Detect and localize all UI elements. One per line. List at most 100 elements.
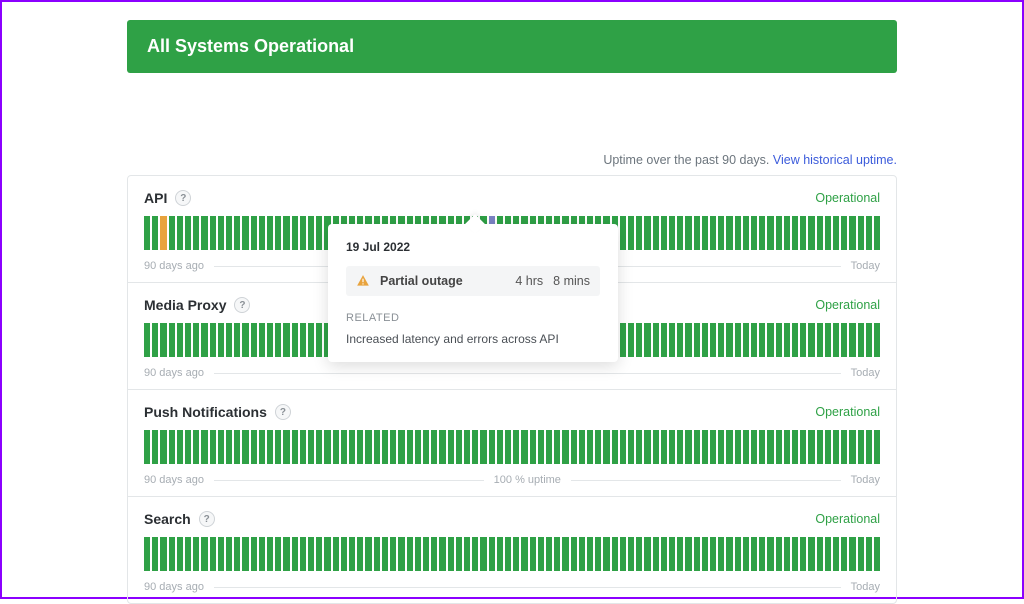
uptime-day-bar[interactable] — [234, 216, 240, 250]
uptime-day-bar[interactable] — [201, 216, 207, 250]
uptime-day-bar[interactable] — [316, 323, 322, 357]
uptime-day-bar[interactable] — [710, 430, 716, 464]
uptime-day-bar[interactable] — [218, 216, 224, 250]
uptime-day-bar[interactable] — [685, 323, 691, 357]
uptime-day-bar[interactable] — [333, 537, 339, 571]
uptime-day-bar[interactable] — [694, 430, 700, 464]
uptime-day-bar[interactable] — [144, 216, 150, 250]
uptime-day-bar[interactable] — [210, 216, 216, 250]
uptime-day-bar[interactable] — [866, 430, 872, 464]
uptime-day-bar[interactable] — [661, 323, 667, 357]
uptime-day-bar[interactable] — [300, 216, 306, 250]
uptime-day-bar[interactable] — [407, 537, 413, 571]
uptime-day-bar[interactable] — [735, 430, 741, 464]
uptime-day-bar[interactable] — [177, 430, 183, 464]
uptime-day-bar[interactable] — [259, 430, 265, 464]
uptime-day-bar[interactable] — [874, 430, 880, 464]
uptime-day-bar[interactable] — [365, 430, 371, 464]
uptime-day-bar[interactable] — [718, 537, 724, 571]
uptime-day-bar[interactable] — [817, 430, 823, 464]
uptime-day-bar[interactable] — [833, 430, 839, 464]
uptime-day-bar[interactable] — [644, 430, 650, 464]
uptime-day-bar[interactable] — [218, 537, 224, 571]
uptime-day-bar[interactable] — [653, 430, 659, 464]
uptime-day-bar[interactable] — [316, 537, 322, 571]
uptime-day-bar[interactable] — [480, 430, 486, 464]
uptime-bars[interactable] — [144, 430, 880, 464]
uptime-day-bar[interactable] — [841, 323, 847, 357]
uptime-day-bar[interactable] — [431, 430, 437, 464]
uptime-day-bar[interactable] — [562, 537, 568, 571]
uptime-day-bar[interactable] — [792, 216, 798, 250]
uptime-day-bar[interactable] — [669, 323, 675, 357]
uptime-day-bar[interactable] — [398, 537, 404, 571]
help-icon[interactable]: ? — [275, 404, 291, 420]
uptime-day-bar[interactable] — [833, 216, 839, 250]
uptime-day-bar[interactable] — [169, 323, 175, 357]
uptime-day-bar[interactable] — [866, 216, 872, 250]
uptime-day-bar[interactable] — [275, 323, 281, 357]
uptime-day-bar[interactable] — [185, 537, 191, 571]
uptime-day-bar[interactable] — [784, 537, 790, 571]
uptime-day-bar[interactable] — [571, 537, 577, 571]
uptime-day-bar[interactable] — [341, 537, 347, 571]
uptime-day-bar[interactable] — [546, 537, 552, 571]
uptime-day-bar[interactable] — [349, 430, 355, 464]
uptime-day-bar[interactable] — [152, 430, 158, 464]
uptime-day-bar[interactable] — [874, 216, 880, 250]
uptime-day-bar[interactable] — [710, 323, 716, 357]
uptime-day-bar[interactable] — [226, 216, 232, 250]
uptime-day-bar[interactable] — [644, 537, 650, 571]
uptime-day-bar[interactable] — [259, 537, 265, 571]
uptime-day-bar[interactable] — [653, 323, 659, 357]
uptime-day-bar[interactable] — [185, 323, 191, 357]
uptime-day-bar[interactable] — [841, 537, 847, 571]
uptime-day-bar[interactable] — [324, 537, 330, 571]
uptime-day-bar[interactable] — [751, 537, 757, 571]
uptime-day-bar[interactable] — [735, 323, 741, 357]
uptime-day-bar[interactable] — [726, 430, 732, 464]
uptime-day-bar[interactable] — [267, 537, 273, 571]
uptime-day-bar[interactable] — [464, 430, 470, 464]
uptime-day-bar[interactable] — [849, 537, 855, 571]
uptime-day-bar[interactable] — [210, 430, 216, 464]
uptime-day-bar[interactable] — [259, 216, 265, 250]
uptime-day-bar[interactable] — [661, 216, 667, 250]
uptime-day-bar[interactable] — [685, 216, 691, 250]
uptime-day-bar[interactable] — [710, 216, 716, 250]
uptime-day-bar[interactable] — [817, 537, 823, 571]
uptime-day-bar[interactable] — [784, 323, 790, 357]
uptime-day-bar[interactable] — [349, 537, 355, 571]
uptime-day-bar[interactable] — [849, 216, 855, 250]
uptime-day-bar[interactable] — [726, 216, 732, 250]
uptime-day-bar[interactable] — [603, 537, 609, 571]
uptime-day-bar[interactable] — [677, 216, 683, 250]
uptime-day-bar[interactable] — [833, 323, 839, 357]
uptime-day-bar[interactable] — [456, 430, 462, 464]
uptime-day-bar[interactable] — [636, 216, 642, 250]
uptime-day-bar[interactable] — [505, 430, 511, 464]
uptime-day-bar[interactable] — [423, 537, 429, 571]
uptime-day-bar[interactable] — [587, 430, 593, 464]
uptime-day-bar[interactable] — [251, 430, 257, 464]
uptime-day-bar[interactable] — [858, 430, 864, 464]
uptime-day-bar[interactable] — [382, 430, 388, 464]
uptime-day-bar[interactable] — [825, 323, 831, 357]
uptime-day-bar[interactable] — [759, 537, 765, 571]
uptime-day-bar[interactable] — [702, 323, 708, 357]
uptime-day-bar[interactable] — [833, 537, 839, 571]
uptime-day-bar[interactable] — [316, 216, 322, 250]
uptime-day-bar[interactable] — [530, 430, 536, 464]
uptime-day-bar[interactable] — [587, 537, 593, 571]
uptime-day-bar[interactable] — [726, 323, 732, 357]
uptime-day-bar[interactable] — [513, 537, 519, 571]
uptime-day-bar[interactable] — [169, 537, 175, 571]
uptime-day-bar[interactable] — [817, 216, 823, 250]
uptime-day-bar[interactable] — [275, 430, 281, 464]
uptime-day-bar[interactable] — [620, 216, 626, 250]
uptime-day-bar[interactable] — [702, 216, 708, 250]
uptime-day-bar[interactable] — [374, 430, 380, 464]
uptime-day-bar[interactable] — [612, 537, 618, 571]
uptime-day-bar[interactable] — [169, 430, 175, 464]
uptime-day-bar[interactable] — [825, 216, 831, 250]
